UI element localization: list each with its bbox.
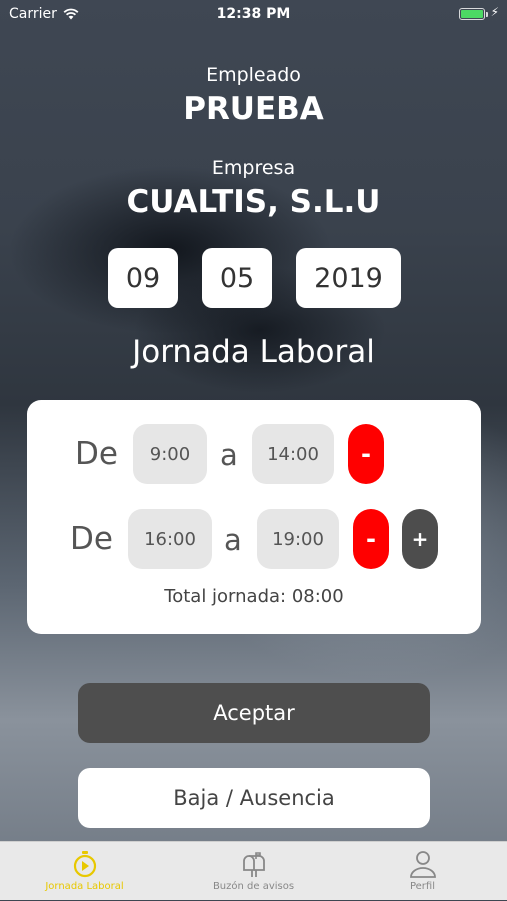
employee-name: PRUEBA [183,91,324,127]
tab-label: Perfil [409,881,435,892]
section-title: Jornada Laboral [132,334,375,370]
user-icon [409,851,436,878]
minus-icon: - [361,440,371,468]
company-label: Empresa [211,157,296,179]
shift-1-start-field[interactable]: 9:00 [133,424,207,484]
shifts-card: De 9:00 a 14:00 - De 16:00 a 19:00 - + T… [27,400,481,634]
remove-shift-2-button[interactable]: - [353,509,389,569]
accept-button[interactable]: Aceptar [78,683,430,743]
employee-label: Empleado [206,64,301,86]
clock: 12:38 PM [216,6,291,22]
charging-icon: ⚡ [490,5,499,19]
stopwatch-icon [73,851,96,878]
shift-2-start-field[interactable]: 16:00 [128,509,212,569]
month-field[interactable]: 05 [202,248,272,308]
day-field[interactable]: 09 [108,248,178,308]
add-shift-button[interactable]: + [402,509,438,569]
tab-label: Jornada Laboral [45,881,124,892]
year-field[interactable]: 2019 [296,248,401,308]
tab-perfil[interactable]: Perfil [338,842,507,901]
tab-label: Buzón de avisos [212,881,295,892]
plus-icon: + [411,527,429,551]
shift-2-to-label: a [224,523,242,557]
status-bar: Carrier 12:38 PM ⚡ [0,0,507,28]
absence-button[interactable]: Baja / Ausencia [78,768,430,828]
minus-icon: - [366,525,376,553]
shift-1-end-field[interactable]: 14:00 [252,424,334,484]
battery-icon [459,8,488,20]
mailbox-icon [242,852,265,877]
shift-1-to-label: a [220,438,238,472]
company-name: CUALTIS, S.L.U [126,184,381,220]
tab-jornada-laboral[interactable]: Jornada Laboral [0,842,169,901]
tab-buzon-avisos[interactable]: Buzón de avisos [169,842,338,901]
shift-2-end-field[interactable]: 19:00 [257,509,339,569]
tab-bar: Jornada Laboral Buzón de avisos Perfil [0,841,507,900]
shift-2-from-label: De [70,521,113,557]
shift-1-from-label: De [75,436,118,472]
total-hours: Total jornada: 08:00 [164,586,344,607]
remove-shift-1-button[interactable]: - [348,424,384,484]
